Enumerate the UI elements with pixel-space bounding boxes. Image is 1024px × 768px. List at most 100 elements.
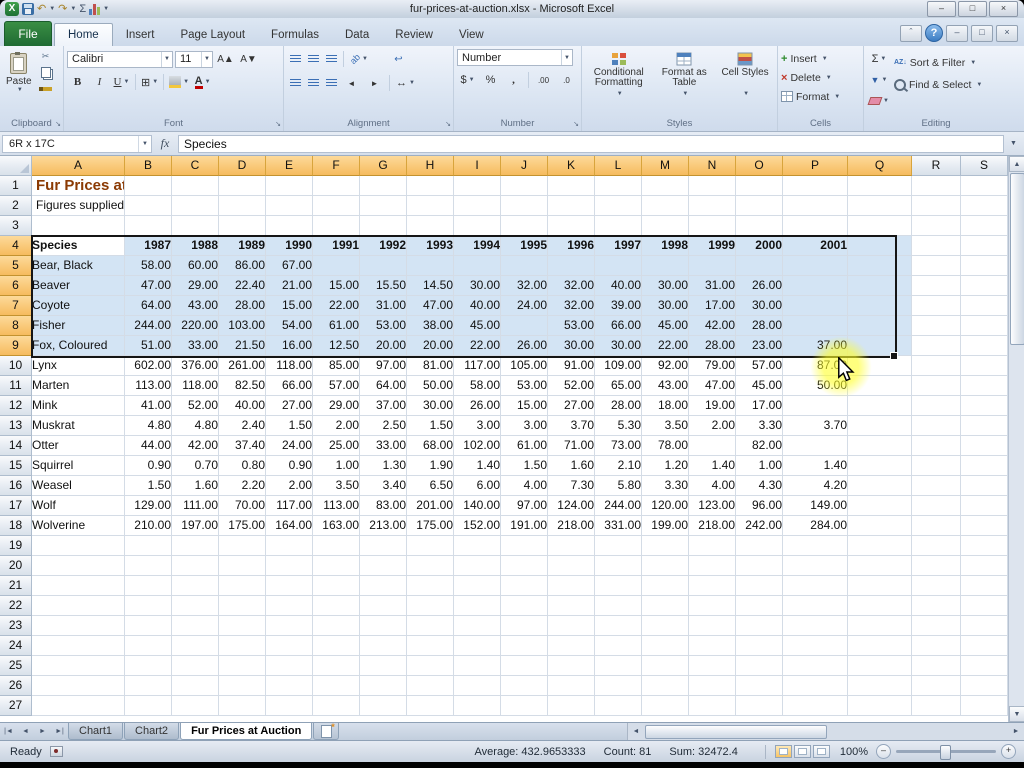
cell-J11[interactable]: 53.00 [501, 376, 548, 396]
vertical-scroll-thumb[interactable] [1010, 173, 1024, 345]
decrease-decimal-button[interactable]: .0 [556, 70, 577, 90]
cell-F14[interactable]: 25.00 [313, 436, 360, 456]
cell-A8[interactable]: Fisher [32, 316, 125, 336]
cell-J12[interactable]: 15.00 [501, 396, 548, 416]
column-header-M[interactable]: M [642, 156, 689, 176]
cell-M13[interactable]: 3.50 [642, 416, 689, 436]
fill-color-button[interactable]: ▼ [167, 72, 191, 92]
cell-O3[interactable] [736, 216, 783, 236]
expand-formula-bar-icon[interactable]: ▼ [1006, 135, 1021, 153]
cell-P20[interactable] [783, 556, 848, 576]
cell-E16[interactable]: 2.00 [266, 476, 313, 496]
font-dialog-launcher[interactable]: ↘ [275, 121, 281, 129]
cell-J27[interactable] [501, 696, 548, 716]
cell-N11[interactable]: 47.00 [689, 376, 736, 396]
cell-B16[interactable]: 1.50 [125, 476, 172, 496]
column-header-E[interactable]: E [266, 156, 313, 176]
cell-I20[interactable] [454, 556, 501, 576]
cell-E21[interactable] [266, 576, 313, 596]
cell-F13[interactable]: 2.00 [313, 416, 360, 436]
column-header-G[interactable]: G [360, 156, 407, 176]
cell-I3[interactable] [454, 216, 501, 236]
paste-button[interactable]: Paste ▼ [3, 51, 35, 95]
row-header-26[interactable]: 26 [0, 676, 32, 696]
cell-M16[interactable]: 3.30 [642, 476, 689, 496]
cell-F17[interactable]: 113.00 [313, 496, 360, 516]
vertical-scrollbar[interactable]: ▲ ▼ [1008, 156, 1024, 722]
cell-P10[interactable]: 87.00 [783, 356, 848, 376]
cell-L20[interactable] [595, 556, 642, 576]
cell-E11[interactable]: 66.00 [266, 376, 313, 396]
cell-H24[interactable] [407, 636, 454, 656]
cell-D4[interactable]: 1989 [219, 236, 266, 256]
column-header-J[interactable]: J [501, 156, 548, 176]
cell-Q25[interactable] [848, 656, 912, 676]
cell-G17[interactable]: 83.00 [360, 496, 407, 516]
cell-C27[interactable] [172, 696, 219, 716]
cell-I18[interactable]: 152.00 [454, 516, 501, 536]
cell-S26[interactable] [961, 676, 1008, 696]
cell-P6[interactable] [783, 276, 848, 296]
cell-L2[interactable] [595, 196, 642, 216]
cell-L15[interactable]: 2.10 [595, 456, 642, 476]
column-header-K[interactable]: K [548, 156, 595, 176]
cell-M17[interactable]: 120.00 [642, 496, 689, 516]
cell-G12[interactable]: 37.00 [360, 396, 407, 416]
cell-K17[interactable]: 124.00 [548, 496, 595, 516]
page-layout-view-button[interactable] [794, 745, 811, 758]
cell-O2[interactable] [736, 196, 783, 216]
sheet-tab-chart1[interactable]: Chart1 [68, 723, 123, 740]
cell-E20[interactable] [266, 556, 313, 576]
cell-O11[interactable]: 45.00 [736, 376, 783, 396]
cell-S12[interactable] [961, 396, 1008, 416]
cell-L21[interactable] [595, 576, 642, 596]
cell-R24[interactable] [912, 636, 961, 656]
cell-O19[interactable] [736, 536, 783, 556]
shrink-font-button[interactable]: A▼ [238, 49, 259, 69]
cell-B22[interactable] [125, 596, 172, 616]
cell-H5[interactable] [407, 256, 454, 276]
cell-H2[interactable] [407, 196, 454, 216]
row-header-2[interactable]: 2 [0, 196, 32, 216]
cell-P19[interactable] [783, 536, 848, 556]
cell-I6[interactable]: 30.00 [454, 276, 501, 296]
cell-Q12[interactable] [848, 396, 912, 416]
cell-A18[interactable]: Wolverine [32, 516, 125, 536]
cell-I11[interactable]: 58.00 [454, 376, 501, 396]
cell-styles-button[interactable]: Cell Styles ▼ [716, 49, 774, 99]
cell-E12[interactable]: 27.00 [266, 396, 313, 416]
row-header-24[interactable]: 24 [0, 636, 32, 656]
number-format-select[interactable]: Number▼ [457, 49, 573, 66]
help-icon[interactable]: ? [925, 24, 943, 42]
cell-K25[interactable] [548, 656, 595, 676]
cell-D1[interactable] [219, 176, 266, 196]
cell-K1[interactable] [548, 176, 595, 196]
cell-M3[interactable] [642, 216, 689, 236]
cell-A9[interactable]: Fox, Coloured [32, 336, 125, 356]
cell-N19[interactable] [689, 536, 736, 556]
cell-E19[interactable] [266, 536, 313, 556]
next-sheet-icon[interactable]: ► [34, 723, 51, 740]
column-header-O[interactable]: O [736, 156, 783, 176]
cell-J6[interactable]: 32.00 [501, 276, 548, 296]
cell-S20[interactable] [961, 556, 1008, 576]
cell-Q20[interactable] [848, 556, 912, 576]
cell-R22[interactable] [912, 596, 961, 616]
cell-R3[interactable] [912, 216, 961, 236]
cell-E25[interactable] [266, 656, 313, 676]
cell-Q6[interactable] [848, 276, 912, 296]
normal-view-button[interactable] [775, 745, 792, 758]
cell-M8[interactable]: 45.00 [642, 316, 689, 336]
cell-L7[interactable]: 39.00 [595, 296, 642, 316]
cell-E5[interactable]: 67.00 [266, 256, 313, 276]
cell-S25[interactable] [961, 656, 1008, 676]
cell-H15[interactable]: 1.90 [407, 456, 454, 476]
cell-M15[interactable]: 1.20 [642, 456, 689, 476]
cell-R27[interactable] [912, 696, 961, 716]
cell-C2[interactable] [172, 196, 219, 216]
cell-O1[interactable] [736, 176, 783, 196]
cell-G19[interactable] [360, 536, 407, 556]
column-header-L[interactable]: L [595, 156, 642, 176]
cell-M6[interactable]: 30.00 [642, 276, 689, 296]
cell-B24[interactable] [125, 636, 172, 656]
